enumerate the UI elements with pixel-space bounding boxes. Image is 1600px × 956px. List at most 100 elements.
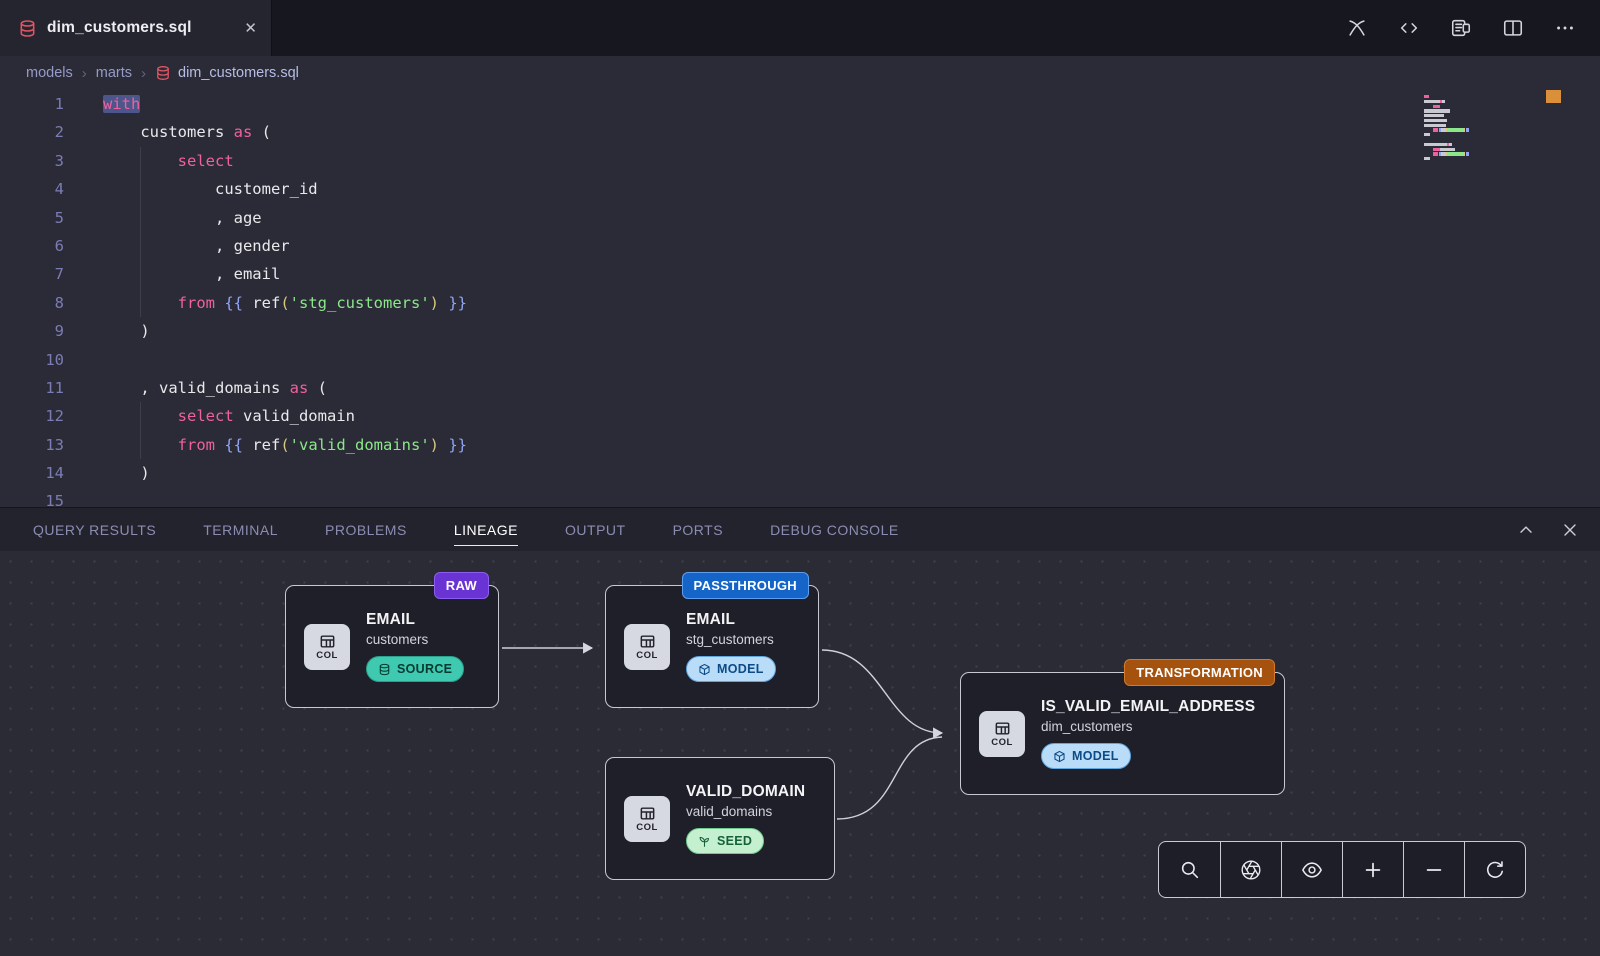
lineage-node-customers[interactable]: RAWCOLEMAILcustomersSOURCE bbox=[285, 585, 499, 708]
badge-label: SOURCE bbox=[397, 662, 452, 676]
code-token: , age bbox=[103, 209, 262, 227]
line-number: 4 bbox=[0, 175, 64, 203]
seedling-icon bbox=[698, 835, 711, 848]
node-badge-model: MODEL bbox=[1041, 743, 1131, 769]
code-line[interactable]: 4 customer_id bbox=[0, 175, 1600, 203]
titlebar-actions bbox=[1346, 0, 1600, 56]
zoom-out-icon bbox=[1423, 859, 1445, 881]
line-number: 11 bbox=[0, 374, 64, 402]
code-line[interactable]: 3 select bbox=[0, 147, 1600, 175]
zoom-in-button[interactable] bbox=[1342, 842, 1403, 897]
code-token bbox=[215, 294, 224, 312]
code-line[interactable]: 5 , age bbox=[0, 204, 1600, 232]
overview-ruler-marker bbox=[1546, 90, 1561, 103]
zoom-in-icon bbox=[1362, 859, 1384, 881]
line-content bbox=[64, 346, 103, 374]
search-button[interactable] bbox=[1159, 842, 1220, 897]
tab-query-results[interactable]: QUERY RESULTS bbox=[33, 508, 156, 551]
code-line[interactable]: 1with bbox=[0, 90, 1600, 118]
breadcrumb-item-marts[interactable]: marts bbox=[96, 65, 132, 81]
lineage-node-stg_customers[interactable]: PASSTHROUGHCOLEMAILstg_customersMODEL bbox=[605, 585, 819, 708]
code-line[interactable]: 12 select valid_domain bbox=[0, 402, 1600, 430]
code-line[interactable]: 14 ) bbox=[0, 459, 1600, 487]
code-line[interactable]: 8 from {{ ref('stg_customers') }} bbox=[0, 289, 1600, 317]
code-token: customers bbox=[103, 123, 234, 141]
code-line[interactable]: 15 bbox=[0, 487, 1600, 507]
node-title: EMAIL bbox=[686, 611, 776, 629]
minimap[interactable] bbox=[1424, 95, 1536, 167]
line-content: customers as ( bbox=[64, 118, 271, 146]
node-title: IS_VALID_EMAIL_ADDRESS bbox=[1041, 698, 1255, 716]
tab-problems[interactable]: PROBLEMS bbox=[325, 508, 407, 551]
column-chip-label: COL bbox=[991, 737, 1013, 748]
code-token: ( bbox=[308, 379, 327, 397]
code-line[interactable]: 7 , email bbox=[0, 260, 1600, 288]
code-token: ) bbox=[430, 294, 439, 312]
line-content: , gender bbox=[64, 232, 290, 260]
code-token: , email bbox=[103, 265, 280, 283]
column-chip: COL bbox=[304, 624, 350, 670]
code-token: select bbox=[178, 152, 234, 170]
code-icon[interactable] bbox=[1398, 17, 1420, 39]
code-token: valid_domain bbox=[234, 407, 355, 425]
code-token: , gender bbox=[103, 237, 290, 255]
dbt-extension-icon[interactable] bbox=[1346, 17, 1368, 39]
node-text: EMAILcustomersSOURCE bbox=[366, 611, 464, 682]
tab-output[interactable]: OUTPUT bbox=[565, 508, 626, 551]
code-token: select bbox=[178, 407, 234, 425]
collapse-panel-icon[interactable] bbox=[1516, 520, 1536, 540]
code-line[interactable]: 9 ) bbox=[0, 317, 1600, 345]
tab-label: DEBUG CONSOLE bbox=[770, 522, 899, 538]
code-editor[interactable]: 1with2 customers as (3 select4 customer_… bbox=[0, 90, 1600, 507]
tab-close-button[interactable]: ✕ bbox=[244, 19, 257, 37]
editor-tab[interactable]: dim_customers.sql ✕ bbox=[0, 0, 272, 56]
column-chip: COL bbox=[624, 624, 670, 670]
code-line[interactable]: 11 , valid_domains as ( bbox=[0, 374, 1600, 402]
line-number: 6 bbox=[0, 232, 64, 260]
node-subtitle: stg_customers bbox=[686, 632, 776, 647]
edge-valid-domains-to-dim-customers bbox=[837, 737, 942, 819]
refresh-button[interactable] bbox=[1464, 842, 1525, 897]
aperture-icon bbox=[1240, 859, 1262, 881]
tab-debug-console[interactable]: DEBUG CONSOLE bbox=[770, 508, 899, 551]
lineage-canvas[interactable]: RAWCOLEMAILcustomersSOURCEPASSTHROUGHCOL… bbox=[0, 551, 1600, 956]
preview-icon[interactable] bbox=[1450, 17, 1472, 39]
tab-label: LINEAGE bbox=[454, 522, 518, 538]
app-window: dim_customers.sql ✕ models › marts › dim… bbox=[0, 0, 1600, 956]
badge-label: SEED bbox=[717, 834, 752, 848]
lineage-node-valid_domains[interactable]: COLVALID_DOMAINvalid_domainsSEED bbox=[605, 757, 835, 880]
breadcrumb-item-file[interactable]: dim_customers.sql bbox=[155, 65, 299, 81]
code-token: ref bbox=[243, 436, 280, 454]
breadcrumb-item-models[interactable]: models bbox=[26, 65, 73, 81]
cube-icon bbox=[1053, 750, 1066, 763]
node-title: EMAIL bbox=[366, 611, 464, 629]
code-token: ) bbox=[103, 464, 150, 482]
code-line[interactable]: 13 from {{ ref('valid_domains') }} bbox=[0, 431, 1600, 459]
tab-ports[interactable]: PORTS bbox=[673, 508, 723, 551]
badge-label: MODEL bbox=[717, 662, 764, 676]
aperture-button[interactable] bbox=[1220, 842, 1281, 897]
tab-title: dim_customers.sql bbox=[47, 19, 234, 37]
code-line[interactable]: 6 , gender bbox=[0, 232, 1600, 260]
tab-lineage[interactable]: LINEAGE bbox=[454, 508, 518, 551]
code-token: 'valid_domains' bbox=[290, 436, 430, 454]
code-token bbox=[215, 436, 224, 454]
lineage-node-dim_customers[interactable]: TRANSFORMATIONCOLIS_VALID_EMAIL_ADDRESSd… bbox=[960, 672, 1285, 795]
tab-terminal[interactable]: TERMINAL bbox=[203, 508, 278, 551]
eye-button[interactable] bbox=[1281, 842, 1342, 897]
badge-label: MODEL bbox=[1072, 749, 1119, 763]
more-actions-icon[interactable] bbox=[1554, 17, 1576, 39]
panel-actions bbox=[1516, 520, 1580, 540]
edge-stg-customers-to-dim-customers bbox=[822, 650, 942, 733]
table-icon bbox=[639, 805, 656, 822]
zoom-out-button[interactable] bbox=[1403, 842, 1464, 897]
code-line[interactable]: 2 customers as ( bbox=[0, 118, 1600, 146]
line-number: 13 bbox=[0, 431, 64, 459]
close-panel-icon[interactable] bbox=[1560, 520, 1580, 540]
eye-icon bbox=[1301, 859, 1323, 881]
line-content: ) bbox=[64, 459, 150, 487]
split-editor-icon[interactable] bbox=[1502, 17, 1524, 39]
refresh-icon bbox=[1484, 859, 1506, 881]
code-line[interactable]: 10 bbox=[0, 346, 1600, 374]
chevron-right-icon: › bbox=[141, 65, 146, 82]
